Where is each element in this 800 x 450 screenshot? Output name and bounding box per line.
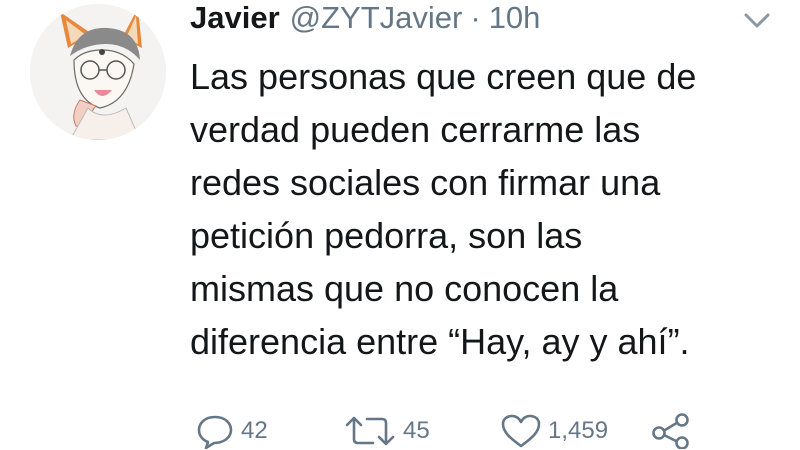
header-separator: · (470, 0, 481, 35)
retweet-icon (345, 416, 395, 446)
tweet-header: Javier @ZYTJavier · 10h (190, 0, 540, 40)
heart-icon (501, 414, 541, 448)
more-options-button[interactable] (742, 10, 772, 32)
author-handle[interactable]: @ZYTJavier (290, 0, 463, 36)
timestamp[interactable]: 10h (489, 0, 541, 36)
like-count: 1,459 (548, 417, 609, 444)
tweet-text: Las personas que creen que de verdad pue… (190, 56, 697, 362)
avatar[interactable] (30, 4, 166, 140)
retweet-button[interactable]: 45 (343, 412, 430, 450)
reply-icon (197, 415, 233, 449)
reply-count: 42 (241, 417, 268, 444)
chevron-down-icon (744, 13, 770, 28)
retweet-count: 45 (403, 417, 430, 444)
like-button[interactable]: 1,459 (500, 412, 608, 450)
share-button[interactable] (650, 412, 698, 450)
reply-button[interactable]: 42 (195, 412, 268, 450)
avatar-illustration (30, 4, 166, 140)
tweet: Javier @ZYTJavier · 10h Las personas que… (0, 0, 800, 450)
author-name[interactable]: Javier (190, 0, 280, 36)
tweet-actions: 42 45 1,459 (195, 412, 795, 450)
share-icon (652, 413, 689, 449)
